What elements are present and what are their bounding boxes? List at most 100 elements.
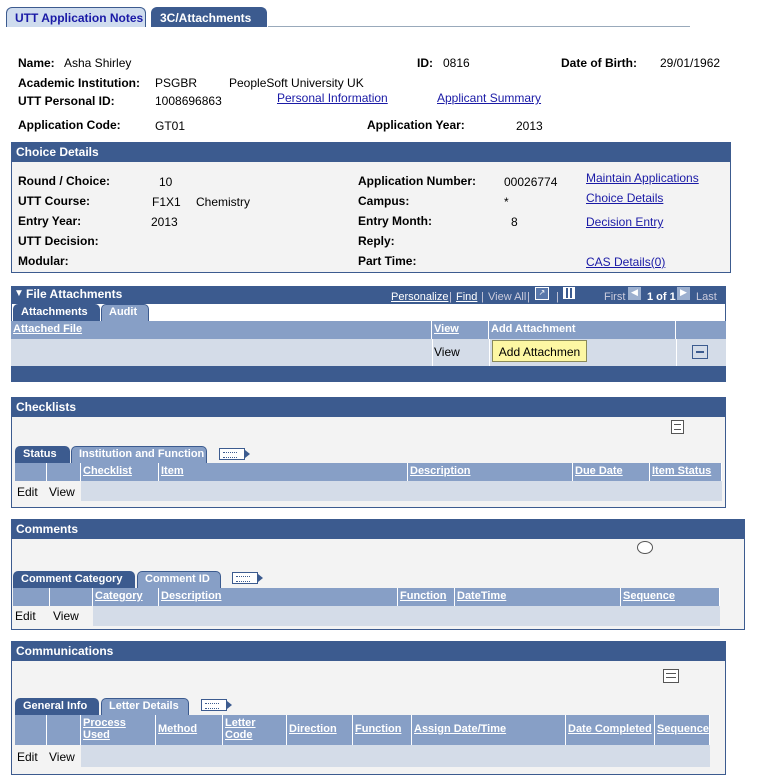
round-label: Round / Choice:: [18, 174, 110, 188]
edit-link[interactable]: Edit: [17, 485, 38, 499]
reply-label: Reply:: [358, 234, 395, 248]
course-label: UTT Course:: [18, 194, 90, 208]
col-due-date[interactable]: Due Date: [573, 463, 650, 481]
zoom-icon[interactable]: ↗: [535, 287, 549, 300]
col-checklist[interactable]: Checklist: [81, 463, 159, 481]
download-grid-icon[interactable]: [563, 287, 575, 299]
entry-month-label: Entry Month:: [358, 214, 432, 228]
decision-entry-link[interactable]: Decision Entry: [586, 215, 663, 229]
col-function[interactable]: Function: [398, 588, 455, 606]
header-blank: [15, 715, 47, 745]
col-letter-code[interactable]: Letter Code: [223, 715, 287, 745]
attachments-footer: [11, 366, 726, 382]
view-link[interactable]: View: [53, 609, 79, 623]
col-function[interactable]: Function: [353, 715, 412, 745]
tab-institution-function[interactable]: Institution and Function: [71, 446, 207, 463]
letter-icon[interactable]: [663, 669, 679, 683]
tab-label: 3C/Attachments: [160, 11, 252, 25]
part-time-label: Part Time:: [358, 254, 417, 268]
col-item-status[interactable]: Item Status: [650, 463, 722, 481]
tab-comment-id[interactable]: Comment ID: [137, 571, 221, 588]
collapse-triangle-icon[interactable]: ▼: [14, 288, 24, 299]
show-all-columns-icon[interactable]: [219, 448, 250, 460]
checklist-icon[interactable]: [671, 420, 684, 434]
header-blank: [13, 588, 50, 606]
applicant-summary-link[interactable]: Applicant Summary: [437, 91, 541, 105]
col-process-used[interactable]: Process Used: [81, 715, 156, 745]
attachment-view-text[interactable]: View: [434, 345, 460, 359]
tab-letter-details[interactable]: Letter Details: [101, 698, 189, 715]
col-datetime[interactable]: DateTime: [455, 588, 621, 606]
view-link[interactable]: View: [49, 750, 75, 764]
comment-row: [93, 606, 720, 626]
show-all-columns-icon[interactable]: [232, 572, 263, 584]
attachments-table-header: Attached File View Add Attachment: [11, 321, 726, 339]
separator: |: [449, 291, 452, 303]
col-divider: [676, 339, 677, 366]
tab-utt-application-notes[interactable]: UTT Application Notes: [6, 7, 146, 27]
col-attached-file[interactable]: Attached File: [11, 321, 432, 339]
edit-link[interactable]: Edit: [15, 609, 36, 623]
col-sequence[interactable]: Sequence: [655, 715, 710, 745]
view-all-link[interactable]: View All: [488, 291, 526, 303]
col-assign-datetime[interactable]: Assign Date/Time: [412, 715, 566, 745]
col-add-attachment: Add Attachment: [489, 321, 676, 339]
minus-icon: [696, 351, 704, 353]
tab-divider: [268, 26, 690, 27]
tab-attachments[interactable]: Attachments: [13, 304, 100, 321]
col-category[interactable]: Category: [93, 588, 159, 606]
tab-general-info[interactable]: General Info: [15, 698, 99, 715]
tab-audit[interactable]: Audit: [101, 304, 149, 321]
last-link[interactable]: Last: [696, 291, 717, 303]
cas-details-link[interactable]: CAS Details(0): [586, 255, 665, 269]
institution-code: PSGBR: [155, 76, 198, 90]
communications-title: Communications: [12, 642, 725, 661]
personal-id-label: UTT Personal ID:: [18, 94, 115, 108]
first-link[interactable]: First: [604, 291, 625, 303]
edit-link[interactable]: Edit: [17, 750, 38, 764]
col-date-completed[interactable]: Date Completed: [566, 715, 655, 745]
col-divider: [432, 339, 433, 366]
delete-row-icon[interactable]: [692, 345, 708, 359]
col-description[interactable]: Description: [159, 588, 398, 606]
add-attachment-button[interactable]: Add Attachmen: [492, 340, 587, 362]
maintain-applications-link[interactable]: Maintain Applications: [586, 171, 699, 185]
comments-title: Comments: [12, 520, 744, 539]
find-link[interactable]: Find: [456, 291, 477, 303]
comment-icon[interactable]: [637, 541, 653, 554]
col-description[interactable]: Description: [408, 463, 573, 481]
pager-text: 1 of 1: [647, 291, 676, 303]
app-number-label: Application Number:: [358, 174, 477, 188]
tab-comment-category[interactable]: Comment Category: [13, 571, 135, 588]
col-item[interactable]: Item: [159, 463, 408, 481]
tab-3c-attachments[interactable]: 3C/Attachments: [151, 7, 267, 27]
course-name: Chemistry: [196, 195, 251, 209]
next-arrow-icon[interactable]: ▶: [677, 287, 690, 300]
col-direction[interactable]: Direction: [287, 715, 353, 745]
app-code-value: GT01: [155, 119, 186, 133]
view-link[interactable]: View: [49, 485, 75, 499]
tab-status[interactable]: Status: [15, 446, 70, 463]
institution-name: PeopleSoft University UK: [229, 76, 364, 90]
app-year-value: 2013: [516, 119, 543, 133]
separator: |: [481, 291, 484, 303]
tab-label: Status: [23, 448, 57, 460]
comments-table-header: Category Description Function DateTime S…: [13, 588, 720, 606]
header-blank: [47, 463, 81, 481]
personal-information-link[interactable]: Personal Information: [277, 91, 388, 105]
col-sequence[interactable]: Sequence: [621, 588, 720, 606]
entry-year-label: Entry Year:: [18, 214, 82, 228]
id-value: 0816: [443, 56, 470, 70]
personalize-link[interactable]: Personalize: [391, 291, 448, 303]
entry-month-value: 8: [511, 215, 518, 229]
tab-label: UTT Application Notes: [15, 11, 144, 25]
header-blank: [47, 715, 81, 745]
institution-label: Academic Institution:: [18, 76, 141, 90]
previous-arrow-icon[interactable]: ◀: [628, 287, 641, 300]
col-view[interactable]: View: [432, 321, 489, 339]
choice-details-link[interactable]: Choice Details: [586, 191, 663, 205]
show-all-columns-icon[interactable]: [201, 699, 232, 711]
header-blank: [50, 588, 93, 606]
course-code: F1X1: [152, 195, 181, 209]
col-method[interactable]: Method: [156, 715, 223, 745]
